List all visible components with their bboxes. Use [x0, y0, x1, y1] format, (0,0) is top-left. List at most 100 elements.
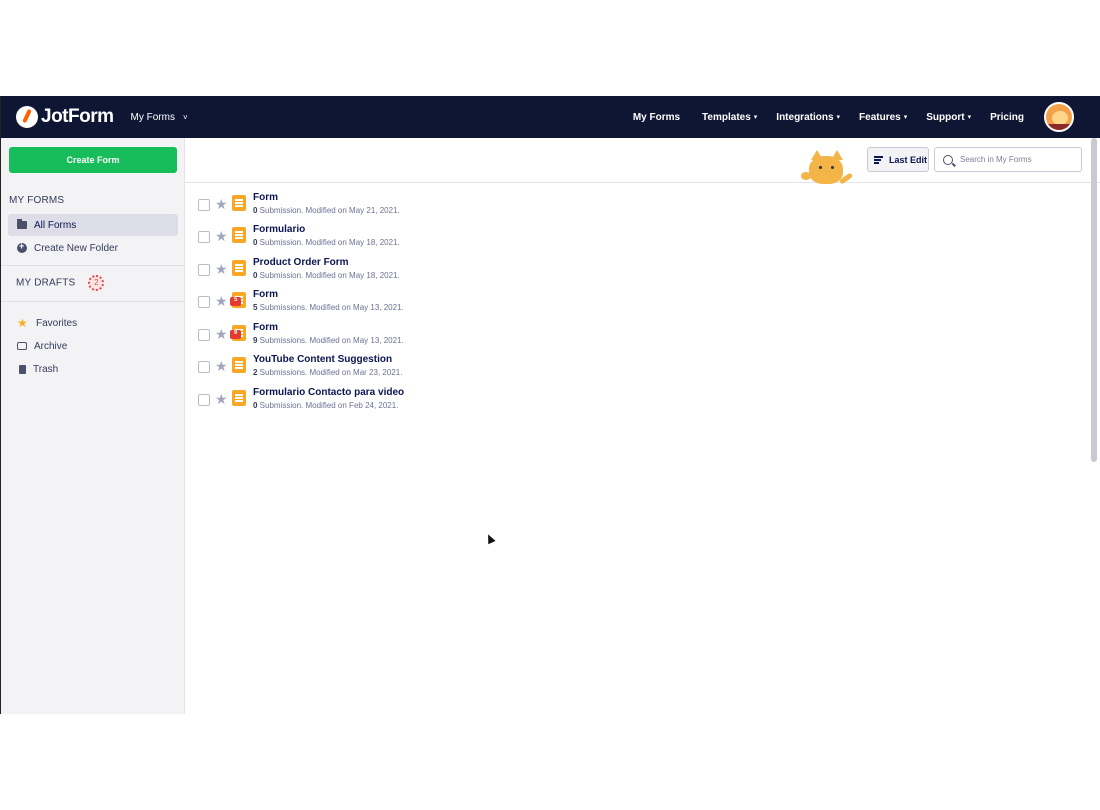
sidebar-item-label: Favorites	[36, 317, 78, 329]
select-checkbox[interactable]	[198, 231, 210, 243]
select-checkbox[interactable]	[198, 199, 210, 211]
form-row[interactable]: ★ 5 Form 5 Submissions. Modified on May …	[185, 285, 1085, 317]
favorite-star-icon[interactable]: ★	[215, 228, 228, 245]
select-checkbox[interactable]	[198, 361, 210, 373]
form-row[interactable]: ★ 9 Form 9 Submissions. Modified on May …	[185, 318, 1085, 350]
select-checkbox[interactable]	[198, 296, 210, 308]
new-submissions-badge: 9	[234, 330, 238, 336]
star-icon: ★	[17, 316, 28, 330]
form-title[interactable]: Form	[253, 322, 278, 333]
my-drafts-heading[interactable]: MY DRAFTS 2	[16, 275, 105, 291]
nav-support[interactable]: Support ▾	[926, 112, 971, 123]
logo-mark-icon	[16, 106, 38, 128]
form-icon	[232, 390, 246, 406]
form-meta-text: Submissions. Modified on Mar 23, 2021.	[257, 368, 403, 377]
form-row[interactable]: ★ Product Order Form 0 Submission. Modif…	[185, 253, 1085, 285]
create-form-button[interactable]: Create Form	[9, 147, 177, 173]
main-nav: My Forms Templates ▾ Integrations ▾ Featur…	[614, 96, 1100, 138]
jotform-logo[interactable]: JotForm	[16, 106, 114, 128]
avatar-face-icon	[1052, 111, 1068, 125]
jotform-app: JotForm My Forms ˅ My Forms Templates ▾ I…	[0, 96, 1100, 714]
form-meta: 5 Submissions. Modified on May 13, 2021.	[253, 303, 404, 312]
form-meta: 0 Submission. Modified on May 18, 2021.	[253, 238, 400, 247]
sidebar-item-all-forms[interactable]: All Forms	[8, 214, 178, 236]
sidebar-item-create-folder[interactable]: Create New Folder	[8, 237, 178, 259]
select-checkbox[interactable]	[198, 264, 210, 276]
favorite-star-icon[interactable]: ★	[215, 293, 228, 310]
trash-icon	[19, 364, 26, 374]
form-title[interactable]: Form	[253, 192, 278, 203]
user-avatar[interactable]	[1044, 102, 1074, 132]
vertical-scrollbar[interactable]	[1091, 138, 1097, 462]
form-icon	[232, 195, 246, 211]
form-row[interactable]: ★ Formulario Contacto para video 0 Submi…	[185, 383, 1085, 415]
search-input[interactable]	[960, 155, 1080, 164]
form-row[interactable]: ★ Form 0 Submission. Modified on May 21,…	[185, 188, 1085, 220]
nav-templates[interactable]: Templates ▾	[702, 112, 757, 123]
form-meta-text: Submission. Modified on May 18, 2021.	[257, 238, 400, 247]
nav-label: Templates	[702, 111, 751, 123]
favorite-star-icon[interactable]: ★	[215, 196, 228, 213]
favorite-star-icon[interactable]: ★	[215, 391, 228, 408]
form-icon	[232, 357, 246, 373]
caret-down-icon: ▾	[836, 114, 841, 121]
sidebar-item-favorites[interactable]: ★ Favorites	[8, 312, 178, 334]
sidebar: Create Form MY FORMS All Forms Create Ne…	[1, 138, 185, 714]
form-meta-text: Submissions. Modified on May 13, 2021.	[257, 336, 404, 345]
nav-pricing[interactable]: Pricing	[990, 112, 1027, 123]
form-icon	[232, 260, 246, 276]
sort-label: Last Edit	[889, 154, 928, 165]
form-meta-text: Submission. Modified on Feb 24, 2021.	[257, 401, 399, 410]
section-switch-dropdown[interactable]: My Forms ˅	[131, 112, 188, 123]
form-title[interactable]: YouTube Content Suggestion	[253, 354, 392, 365]
sort-icon	[874, 155, 885, 164]
search-box[interactable]	[934, 147, 1082, 172]
favorite-star-icon[interactable]: ★	[215, 326, 228, 343]
form-title[interactable]: Formulario Contacto para video	[253, 387, 404, 398]
form-title[interactable]: Formulario	[253, 224, 305, 235]
select-checkbox[interactable]	[198, 394, 210, 406]
nav-features[interactable]: Features ▾	[859, 112, 907, 123]
form-meta: 9 Submissions. Modified on May 13, 2021.	[253, 336, 404, 345]
archive-icon	[17, 342, 27, 350]
form-icon	[232, 227, 246, 243]
sort-button[interactable]: Last Edit	[867, 147, 929, 172]
list-toolbar: Last Edit	[185, 138, 1100, 183]
form-meta-text: Submissions. Modified on May 13, 2021.	[257, 303, 404, 312]
nav-label: My Forms	[632, 111, 681, 123]
nav-label: Features	[859, 111, 901, 123]
form-meta: 2 Submissions. Modified on Mar 23, 2021.	[253, 368, 402, 377]
my-drafts-label: MY DRAFTS	[16, 277, 76, 289]
nav-my-forms[interactable]: My Forms	[633, 112, 683, 123]
form-meta: 0 Submission. Modified on Feb 24, 2021.	[253, 401, 398, 410]
form-meta: 0 Submission. Modified on May 18, 2021.	[253, 271, 400, 280]
nav-integrations[interactable]: Integrations ▾	[776, 112, 840, 123]
sidebar-item-label: Archive	[34, 340, 68, 352]
sidebar-item-trash[interactable]: Trash	[8, 358, 178, 380]
folder-icon	[17, 219, 27, 229]
top-navbar: JotForm My Forms ˅ My Forms Templates ▾ I…	[1, 96, 1100, 138]
section-switch-label: My Forms	[130, 111, 175, 123]
form-title[interactable]: Product Order Form	[253, 257, 349, 268]
plus-circle-icon	[17, 241, 27, 253]
sidebar-item-label: Create New Folder	[34, 242, 118, 254]
my-forms-heading: MY FORMS	[9, 195, 65, 206]
sidebar-divider	[1, 265, 185, 266]
caret-down-icon: ▾	[967, 114, 972, 121]
caret-down-icon: ▾	[753, 114, 758, 121]
select-checkbox[interactable]	[198, 329, 210, 341]
form-meta-text: Submission. Modified on May 21, 2021.	[257, 206, 400, 215]
drafts-count-badge: 2	[88, 275, 105, 291]
form-title[interactable]: Form	[253, 289, 278, 300]
avatar-band	[1046, 124, 1072, 130]
form-row[interactable]: ★ YouTube Content Suggestion 2 Submissio…	[185, 350, 1085, 382]
search-icon	[943, 154, 953, 165]
new-submissions-badge: 5	[234, 297, 238, 303]
form-row[interactable]: ★ Formulario 0 Submission. Modified on M…	[185, 220, 1085, 252]
favorite-star-icon[interactable]: ★	[215, 358, 228, 375]
favorite-star-icon[interactable]: ★	[215, 261, 228, 278]
form-meta: 0 Submission. Modified on May 21, 2021.	[253, 206, 400, 215]
sidebar-item-label: All Forms	[34, 219, 77, 231]
logo-text: JotForm	[41, 106, 114, 127]
sidebar-item-archive[interactable]: Archive	[8, 335, 178, 357]
